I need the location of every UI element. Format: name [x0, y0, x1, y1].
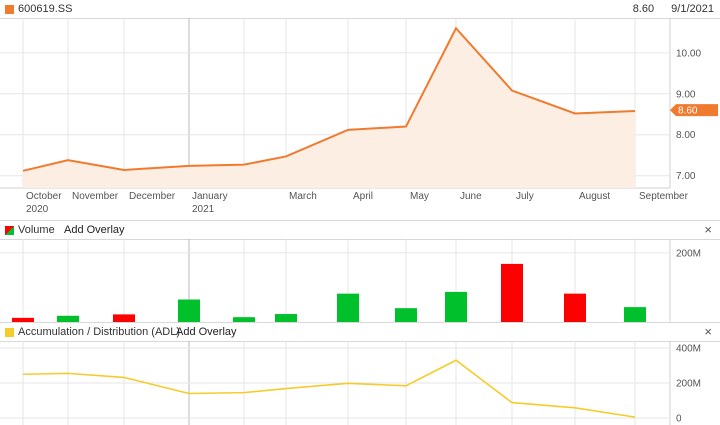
last-price-marker: 8.60: [670, 104, 718, 117]
price-y-tick-label: 7.00: [676, 171, 696, 182]
volume-panel-header: Volume Add Overlay ×: [0, 220, 720, 240]
adl-close-icon[interactable]: ×: [704, 323, 712, 341]
volume-bar: [624, 307, 646, 322]
price-chart[interactable]: 7.00 8.00 9.00 10.00 October 2020 November Dec…: [0, 18, 720, 220]
volume-chart[interactable]: 200M: [0, 239, 720, 322]
adl-add-overlay-button[interactable]: Add Overlay: [176, 323, 237, 341]
last-price-marker-label: 8.60: [678, 106, 698, 117]
x-axis-month-label: September: [639, 191, 689, 202]
volume-bar: [275, 314, 297, 322]
volume-y-tick-label: 200M: [676, 248, 701, 259]
price-y-tick-label: 8.00: [676, 130, 696, 141]
volume-close-icon[interactable]: ×: [704, 221, 712, 239]
volume-bar: [445, 291, 467, 322]
x-axis-month-label: January: [192, 191, 228, 202]
adl-chart[interactable]: 400M 200M 0: [0, 341, 720, 425]
x-axis-year-label: 2021: [192, 204, 215, 215]
x-axis-month-label: June: [460, 191, 482, 202]
x-axis-month-label: August: [579, 191, 610, 202]
symbol-label: 600619.SS: [18, 3, 73, 15]
volume-bar: [395, 308, 417, 322]
volume-bar: [501, 263, 523, 322]
last-date: 9/1/2021: [671, 3, 714, 15]
volume-bar: [113, 314, 135, 322]
price-y-tick-label: 9.00: [676, 89, 696, 100]
adl-panel-header: Accumulation / Distribution (ADL) Add Ov…: [0, 322, 720, 342]
price-area-fill: [23, 28, 635, 188]
price-panel-header: 600619.SS 8.60 9/1/2021: [0, 0, 720, 19]
volume-title: Volume: [18, 224, 55, 236]
volume-color-swatch: [5, 226, 14, 235]
volume-bar: [564, 293, 586, 322]
x-axis-month-label: April: [353, 191, 373, 202]
volume-bar: [178, 299, 200, 322]
price-color-swatch: [5, 5, 14, 14]
adl-y-tick-label: 200M: [676, 379, 701, 390]
x-axis-month-label: March: [289, 191, 317, 202]
x-axis-month-label: October: [26, 191, 62, 202]
adl-color-swatch: [5, 328, 14, 337]
adl-title: Accumulation / Distribution (ADL): [18, 326, 181, 338]
price-info: 8.60 9/1/2021: [619, 0, 714, 18]
volume-add-overlay-button[interactable]: Add Overlay: [64, 221, 125, 239]
adl-line: [22, 359, 636, 418]
adl-y-tick-label: 400M: [676, 344, 701, 355]
volume-bar: [337, 293, 359, 322]
x-axis-month-label: May: [410, 191, 429, 202]
x-axis-month-label: November: [72, 191, 119, 202]
price-y-tick-label: 10.00: [676, 48, 701, 59]
x-axis-month-label: December: [129, 191, 176, 202]
x-axis-month-label: July: [516, 191, 534, 202]
adl-y-tick-label: 0: [676, 414, 682, 425]
last-price: 8.60: [632, 3, 655, 15]
x-axis-year-label: 2020: [26, 204, 49, 215]
